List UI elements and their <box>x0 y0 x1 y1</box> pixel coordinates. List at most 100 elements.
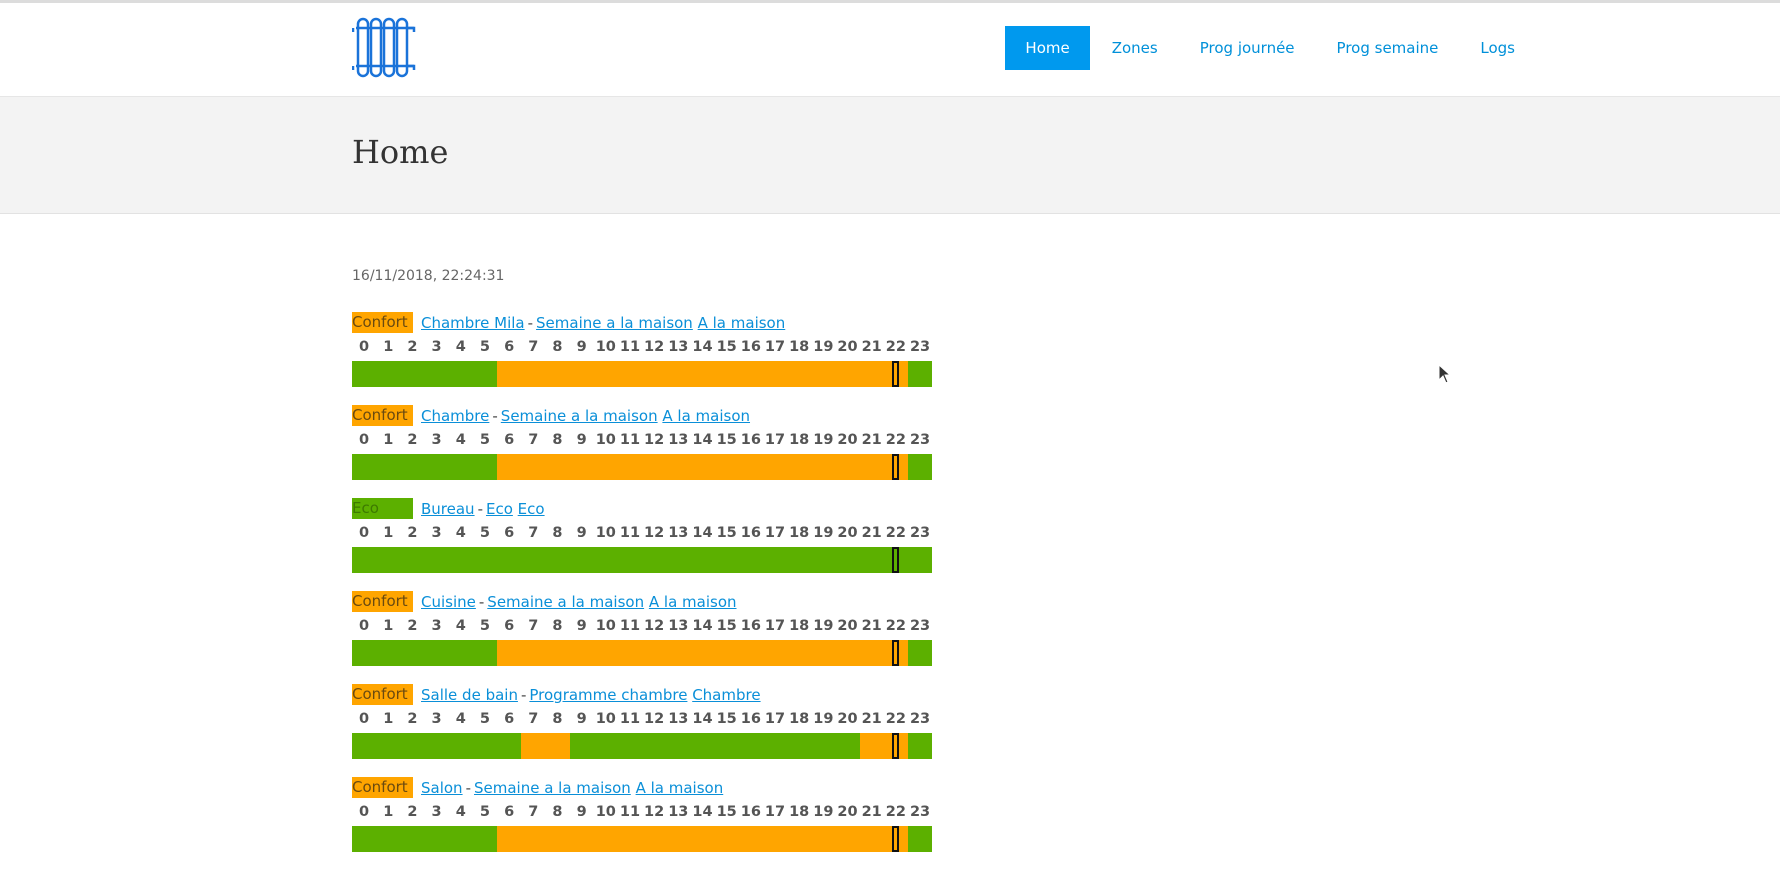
schedule-segment-confort <box>593 640 618 666</box>
hour-label: 0 <box>359 804 370 820</box>
hour-label: 1 <box>383 525 394 541</box>
schedule-segment-eco <box>472 361 498 387</box>
schedule-segment-confort <box>545 826 570 852</box>
schedule-segment-confort <box>642 361 667 387</box>
zone-name-link[interactable]: Chambre Mila <box>421 314 525 332</box>
hour-label: 19 <box>813 339 834 355</box>
schedule-segment-confort <box>497 826 522 852</box>
zone-program-link[interactable]: Semaine a la maison <box>501 407 658 425</box>
schedule-segment-eco <box>400 640 425 666</box>
schedule-segment-eco <box>690 547 715 573</box>
schedule-segment-eco <box>907 454 933 480</box>
zone-program-link[interactable]: Programme chambre <box>529 686 687 704</box>
radiator-icon[interactable] <box>352 16 418 79</box>
hour-label: 23 <box>909 618 931 634</box>
schedule-segment-eco <box>472 733 498 759</box>
schedule-segment-eco <box>593 547 618 573</box>
zone-name-link[interactable]: Chambre <box>421 407 489 425</box>
schedule-segment-eco <box>448 640 473 666</box>
main-menu: Home Zones Prog journée Prog semaine Log… <box>1003 26 1535 70</box>
hour-label: 14 <box>692 804 713 820</box>
schedule-segment-eco <box>593 733 618 759</box>
zone-name-link[interactable]: Salon <box>421 779 463 797</box>
schedule-segment-eco <box>569 547 594 573</box>
schedule-segment-eco <box>448 547 473 573</box>
hour-label: 18 <box>789 618 810 634</box>
schedule-segment-confort <box>569 640 594 666</box>
hour-label: 21 <box>861 432 882 448</box>
hour-label: 14 <box>692 432 713 448</box>
hour-label: 0 <box>359 525 370 541</box>
hour-label: 23 <box>909 525 931 541</box>
schedule-segment-confort <box>714 826 739 852</box>
hour-label: 20 <box>837 339 858 355</box>
zone-name-link[interactable]: Bureau <box>421 500 475 518</box>
zone-separator: - <box>527 314 534 332</box>
hour-label: 8 <box>552 804 563 820</box>
zone-name-link[interactable]: Salle de bain <box>421 686 518 704</box>
zone-name-link[interactable]: Cuisine <box>421 593 476 611</box>
schedule-segment-confort <box>666 454 691 480</box>
hour-label: 10 <box>595 618 616 634</box>
hour-label: 4 <box>455 804 466 820</box>
hour-labels: 0 1 2 3 4 5 6 7 8 9 10 11 12 13 14 15 16 17 18 19 20 21 22 23 <box>352 522 932 544</box>
hour-label: 10 <box>595 711 616 727</box>
schedule-segment-confort <box>787 454 812 480</box>
schedule-segment-confort <box>714 640 739 666</box>
nav-zones[interactable]: Zones <box>1092 26 1178 70</box>
hour-label: 3 <box>431 804 442 820</box>
hour-label: 0 <box>359 618 370 634</box>
hour-label: 22 <box>885 432 906 448</box>
nav-prog-semaine[interactable]: Prog semaine <box>1317 26 1459 70</box>
hour-label: 14 <box>692 711 713 727</box>
schedule-segment-confort <box>666 361 691 387</box>
schedule-segment-eco <box>666 547 691 573</box>
hour-label: 18 <box>789 804 810 820</box>
zone-day-program-link[interactable]: A la maison <box>698 314 786 332</box>
schedule-segment-eco <box>907 826 933 852</box>
schedule-segment-confort <box>859 733 884 759</box>
zone-day-program-link[interactable]: A la maison <box>636 779 724 797</box>
schedule-segment-confort <box>497 640 522 666</box>
schedule-segment-eco <box>762 733 788 759</box>
nav-logs[interactable]: Logs <box>1460 26 1535 70</box>
hour-label: 17 <box>764 432 786 448</box>
schedule-segment-eco <box>787 733 812 759</box>
schedule-segment-eco <box>907 361 933 387</box>
schedule-segment-eco <box>400 733 425 759</box>
hour-label: 12 <box>644 525 665 541</box>
hour-label: 17 <box>764 804 786 820</box>
zone-program-link[interactable]: Semaine a la maison <box>474 779 631 797</box>
hour-label: 23 <box>909 432 931 448</box>
current-time-marker <box>892 640 900 666</box>
zone-program-link[interactable]: Semaine a la maison <box>536 314 693 332</box>
hour-label: 15 <box>716 711 737 727</box>
zone-program-link[interactable]: Eco <box>486 500 513 518</box>
hour-label: 11 <box>619 618 641 634</box>
hour-label: 23 <box>909 804 931 820</box>
schedule-segment-confort <box>859 640 884 666</box>
nav-prog-journee[interactable]: Prog journée <box>1180 26 1315 70</box>
zone-day-program-link[interactable]: Eco <box>518 500 545 518</box>
zone-program-link[interactable]: Semaine a la maison <box>487 593 644 611</box>
zone-list: Confort Chambre Mila - Semaine a la maison … <box>352 312 952 870</box>
hour-label: 7 <box>528 618 539 634</box>
schedule-segment-confort <box>642 826 667 852</box>
zone-day-program-link[interactable]: A la maison <box>662 407 750 425</box>
schedule-segment-eco <box>400 826 425 852</box>
schedule-segment-eco <box>738 733 763 759</box>
hour-label: 16 <box>740 618 761 634</box>
hour-label: 13 <box>668 804 689 820</box>
schedule-segment-eco <box>859 547 884 573</box>
zone-day-program-link[interactable]: Chambre <box>692 686 760 704</box>
hour-label: 22 <box>885 525 906 541</box>
schedule-segment-eco <box>738 547 763 573</box>
schedule-segment-eco <box>472 547 498 573</box>
zone-day-program-link[interactable]: A la maison <box>649 593 737 611</box>
schedule-segment-confort <box>690 454 715 480</box>
schedule-segment-confort <box>666 826 691 852</box>
hour-label: 16 <box>740 339 761 355</box>
schedule-segment-confort <box>593 826 618 852</box>
nav-home[interactable]: Home <box>1005 26 1090 70</box>
hour-label: 2 <box>407 618 418 634</box>
